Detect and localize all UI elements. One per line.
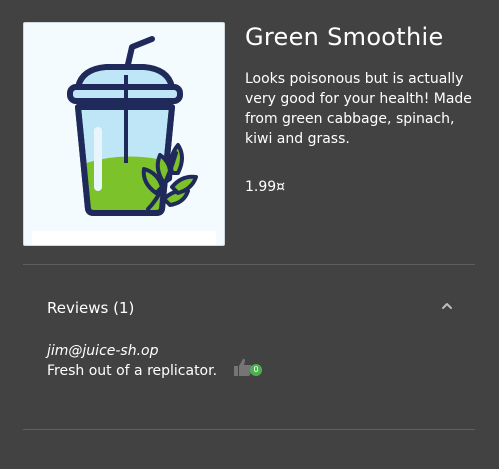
product-details-dialog: Green Smoothie Looks poisonous but is ac… <box>0 0 499 469</box>
image-bottom-strip <box>32 231 216 245</box>
chevron-up-icon <box>442 303 452 309</box>
review-item: jim@juice-sh.op Fresh out of a replicato… <box>47 341 467 381</box>
product-title: Green Smoothie <box>245 23 444 51</box>
reviews-title: Reviews (1) <box>47 299 135 317</box>
like-review-button[interactable]: 0 <box>233 355 267 381</box>
like-count-badge: 0 <box>250 364 262 376</box>
product-price: 1.99¤ <box>245 179 286 195</box>
product-image <box>23 22 225 246</box>
reviews-expansion-header[interactable]: Reviews (1) <box>23 288 475 330</box>
smoothie-cup-icon <box>67 36 198 216</box>
divider <box>23 264 475 265</box>
product-description: Looks poisonous but is actually very goo… <box>245 71 472 147</box>
divider <box>23 429 475 430</box>
